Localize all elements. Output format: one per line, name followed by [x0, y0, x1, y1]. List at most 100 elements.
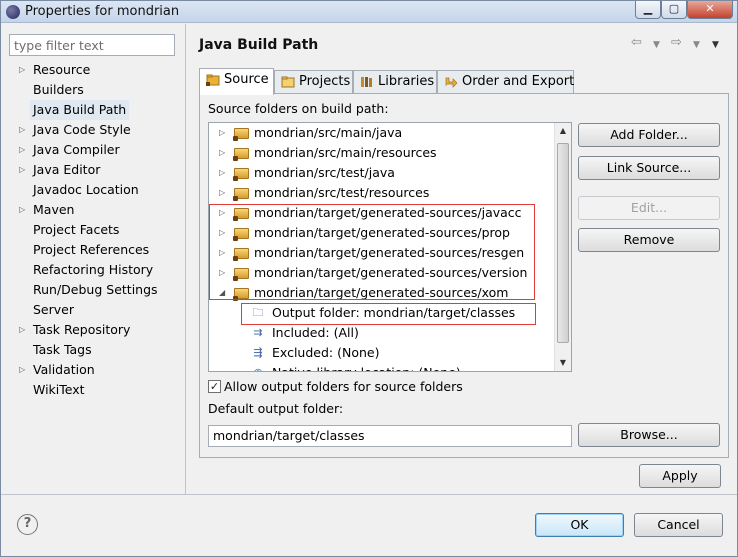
collapse-arrow-icon[interactable]: ◢ — [219, 283, 225, 303]
tree-row-source-folder[interactable]: ▷ mondrian/target/generated-sources/versi… — [209, 263, 554, 283]
tab-projects[interactable]: Projects — [274, 70, 353, 94]
ok-button[interactable]: OK — [535, 513, 624, 537]
expand-arrow-icon[interactable]: ▷ — [219, 183, 225, 203]
nav-item-label: Validation — [33, 362, 95, 377]
nav-item-label: Java Code Style — [33, 122, 131, 137]
expand-arrow-icon[interactable]: ▷ — [19, 60, 25, 80]
tree-row-source-folder[interactable]: ▷ mondrian/src/test/java — [209, 163, 554, 183]
tab-label: Order and Export — [462, 74, 575, 89]
tree-row-attribute[interactable]: ⇉ Included: (All) — [209, 323, 554, 343]
nav-item-label: Run/Debug Settings — [33, 282, 158, 297]
maximize-button[interactable]: ▢ — [661, 1, 687, 19]
browse-button[interactable]: Browse... — [578, 423, 720, 447]
expand-arrow-icon[interactable]: ▷ — [19, 200, 25, 220]
nav-item[interactable]: ▷ Task Repository — [1, 320, 185, 340]
nav-item[interactable]: WikiText — [1, 380, 185, 400]
tree-row-attribute[interactable]: ◉ Native library location: (None) — [209, 363, 554, 372]
nav-item[interactable]: Builders — [1, 80, 185, 100]
tab-order-and-export[interactable]: Order and Export — [437, 70, 574, 94]
scroll-down-icon[interactable]: ▼ — [555, 355, 571, 371]
expand-arrow-icon[interactable]: ▷ — [219, 163, 225, 183]
nav-item[interactable]: Javadoc Location — [1, 180, 185, 200]
tree-row-source-folder[interactable]: ▷ mondrian/target/generated-sources/javac… — [209, 203, 554, 223]
nav-item[interactable]: ▷ Java Compiler — [1, 140, 185, 160]
expand-arrow-icon[interactable]: ▷ — [219, 263, 225, 283]
tree-row-source-folder[interactable]: ▷ mondrian/src/test/resources — [209, 183, 554, 203]
tree-row-source-folder[interactable]: ▷ mondrian/target/generated-sources/resge… — [209, 243, 554, 263]
source-folder-icon — [206, 74, 220, 86]
cancel-button[interactable]: Cancel — [634, 513, 723, 537]
filter-input[interactable] — [9, 34, 175, 56]
nav-item[interactable]: Project Facets — [1, 220, 185, 240]
link-source-button[interactable]: Link Source... — [578, 156, 720, 180]
nav-item[interactable]: Server — [1, 300, 185, 320]
nav-item[interactable]: ▷ Java Code Style — [1, 120, 185, 140]
expand-arrow-icon[interactable]: ▷ — [19, 360, 25, 380]
vertical-scrollbar[interactable]: ▲ ▼ — [554, 123, 571, 371]
page-title: Java Build Path — [199, 37, 319, 53]
order-export-icon — [445, 77, 458, 88]
nav-item[interactable]: Refactoring History — [1, 260, 185, 280]
nav-item-label: Server — [33, 302, 74, 317]
tree-row-source-folder[interactable]: ▷ mondrian/src/main/resources — [209, 143, 554, 163]
tree-row-label: mondrian/src/main/java — [254, 125, 403, 140]
expand-arrow-icon[interactable]: ▷ — [19, 120, 25, 140]
nav-item[interactable]: Task Tags — [1, 340, 185, 360]
add-folder-button[interactable]: Add Folder... — [578, 123, 720, 147]
eclipse-icon — [6, 5, 20, 19]
back-menu-icon[interactable]: ▼ — [653, 40, 660, 50]
edit-button[interactable]: Edit... — [578, 196, 720, 220]
nav-item[interactable]: ▷ Validation — [1, 360, 185, 380]
title-bar[interactable]: Properties for mondrian ▁ ▢ ✕ — [1, 1, 737, 23]
expand-arrow-icon[interactable]: ▷ — [219, 123, 225, 143]
nav-item[interactable]: Project References — [1, 240, 185, 260]
nav-item-label: Builders — [33, 82, 84, 97]
tab-libraries[interactable]: Libraries — [353, 70, 437, 94]
libraries-icon — [361, 77, 372, 87]
tree-row-label: mondrian/src/test/java — [254, 165, 395, 180]
nav-item[interactable]: ▷ Resource — [1, 60, 185, 80]
tree-row-attribute[interactable]: 🗀 Output folder: mondrian/target/classes — [209, 303, 554, 323]
close-button[interactable]: ✕ — [687, 1, 733, 19]
forward-arrow-icon[interactable]: ⇨ — [671, 35, 682, 50]
nav-item-label: WikiText — [33, 382, 85, 397]
expand-arrow-icon[interactable]: ▷ — [19, 320, 25, 340]
expand-arrow-icon[interactable]: ▷ — [19, 160, 25, 180]
apply-button[interactable]: Apply — [639, 464, 721, 488]
nav-item-label: Refactoring History — [33, 262, 154, 277]
excluded-filter-icon: ⇶ — [253, 346, 263, 359]
source-folders-label: Source folders on build path: — [208, 101, 389, 116]
default-output-folder-input[interactable]: mondrian/target/classes — [208, 425, 572, 447]
forward-menu-icon[interactable]: ▼ — [693, 40, 700, 50]
source-folder-icon — [233, 188, 249, 201]
scroll-up-icon[interactable]: ▲ — [555, 123, 571, 139]
native-library-icon: ◉ — [251, 367, 265, 372]
tree-row-label: Included: (All) — [272, 325, 359, 340]
expand-arrow-icon[interactable]: ▷ — [219, 203, 225, 223]
tree-row-source-folder[interactable]: ▷ mondrian/target/generated-sources/prop — [209, 223, 554, 243]
allow-output-folders-label: Allow output folders for source folders — [224, 379, 463, 394]
source-folder-icon — [233, 208, 249, 221]
back-arrow-icon[interactable]: ⇦ — [631, 35, 642, 50]
tree-row-attribute[interactable]: ⇶ Excluded: (None) — [209, 343, 554, 363]
source-folder-tree[interactable]: ▷ mondrian/src/main/java ▷ mondrian/src/mai… — [208, 122, 572, 372]
nav-item[interactable]: ▷ Java Editor — [1, 160, 185, 180]
help-icon[interactable]: ? — [17, 514, 38, 535]
allow-output-folders-checkbox[interactable]: ✓ — [208, 380, 221, 393]
sash[interactable] — [185, 24, 186, 494]
expand-arrow-icon[interactable]: ▷ — [19, 140, 25, 160]
tree-row-source-folder[interactable]: ◢ mondrian/target/generated-sources/xom — [209, 283, 554, 303]
expand-arrow-icon[interactable]: ▷ — [219, 143, 225, 163]
tree-row-source-folder[interactable]: ▷ mondrian/src/main/java — [209, 123, 554, 143]
view-menu-icon[interactable]: ▼ — [712, 40, 719, 50]
remove-button[interactable]: Remove — [578, 228, 720, 252]
expand-arrow-icon[interactable]: ▷ — [219, 243, 225, 263]
nav-item[interactable]: ▷ Maven — [1, 200, 185, 220]
nav-item[interactable]: Java Build Path — [1, 100, 185, 120]
expand-arrow-icon[interactable]: ▷ — [219, 223, 225, 243]
scroll-thumb[interactable] — [557, 143, 569, 343]
tab-source[interactable]: Source — [199, 68, 274, 95]
nav-item[interactable]: Run/Debug Settings — [1, 280, 185, 300]
minimize-button[interactable]: ▁ — [635, 1, 661, 19]
tree-row-label: Output folder: mondrian/target/classes — [272, 305, 516, 320]
